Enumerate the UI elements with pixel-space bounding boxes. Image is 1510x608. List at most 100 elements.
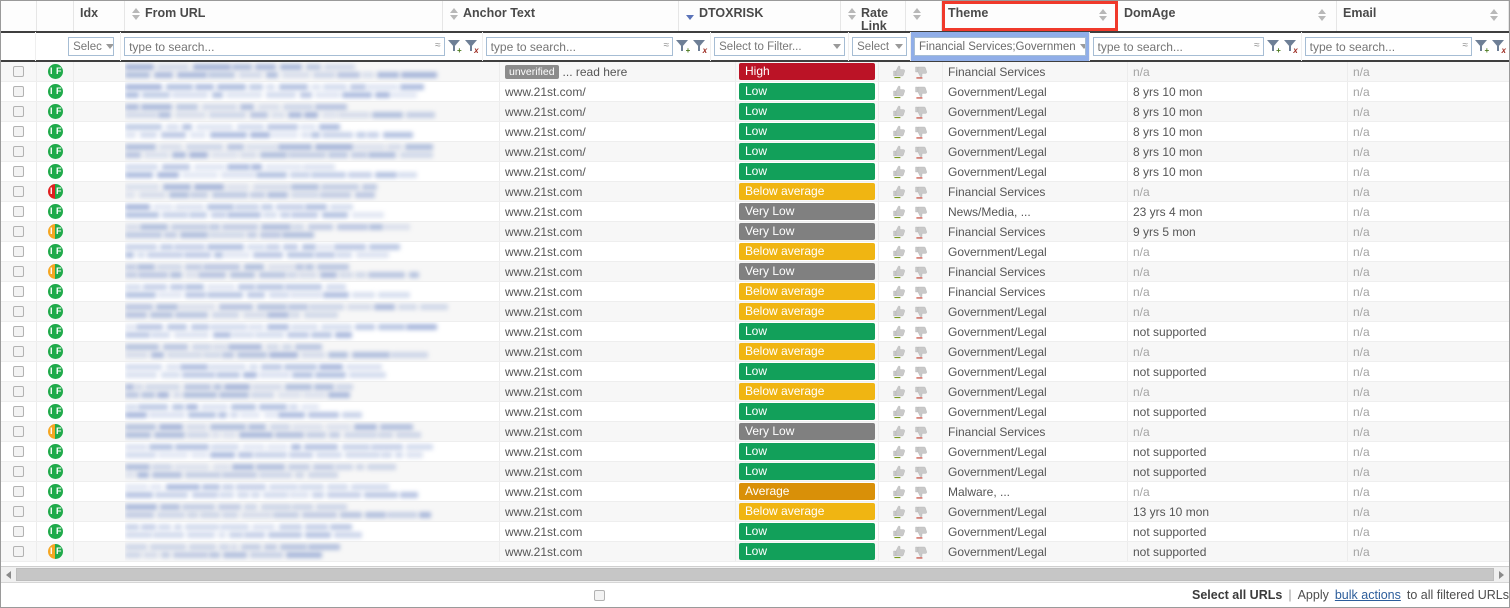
row-checkbox[interactable] [13,426,24,437]
redacted-url[interactable] [125,262,494,281]
redacted-url[interactable] [125,242,494,261]
thumbs-up-icon[interactable] [893,425,906,439]
redacted-url[interactable] [125,102,494,121]
row-checkbox[interactable] [13,186,24,197]
thumbs-up-icon[interactable] [893,85,906,99]
row-from-url-cell[interactable] [125,282,500,301]
thumbs-down-icon[interactable] [915,505,928,519]
select-all-checkbox[interactable] [594,589,605,601]
table-row[interactable]: I F www.21st.com Low Government/Legal not sup… [1,362,1509,382]
thumbs-down-icon[interactable] [915,245,928,259]
row-checkbox[interactable] [13,526,24,537]
table-row[interactable]: I F www.21st.com Below average Government/Le… [1,302,1509,322]
email-search-input[interactable] [1304,37,1472,56]
thumbs-down-icon[interactable] [915,165,928,179]
header-theme-sort-gap[interactable] [906,1,942,31]
table-row[interactable]: I F www.21st.com Below average Government/Le… [1,382,1509,402]
row-from-url-cell[interactable] [125,482,500,501]
thumbs-up-icon[interactable] [893,545,906,559]
thumbs-down-icon[interactable] [915,325,928,339]
index-follow-status-icon[interactable]: IF [47,124,63,139]
index-follow-status-icon[interactable]: IF [47,544,63,559]
thumbs-down-icon[interactable] [915,185,928,199]
index-follow-status-icon[interactable]: IF [47,144,63,159]
thumbs-up-icon[interactable] [893,525,906,539]
thumbs-down-icon[interactable] [915,285,928,299]
thumbs-up-icon[interactable] [893,305,906,319]
row-from-url-cell[interactable] [125,222,500,241]
thumbs-up-icon[interactable] [893,165,906,179]
sort-icon-from-url[interactable] [131,8,140,20]
index-follow-status-icon[interactable]: IF [47,84,63,99]
redacted-url[interactable] [125,542,494,561]
redacted-url[interactable] [125,82,494,101]
scrollbar-thumb[interactable] [16,568,1494,581]
dtoxrisk-filter-select[interactable]: Select to Filter... [714,37,846,56]
sort-icon-rate-link[interactable] [847,8,856,20]
add-filter-icon[interactable]: + [1266,38,1281,55]
index-follow-status-icon[interactable]: IF [47,364,63,379]
table-row[interactable]: I F www.21st.com Very Low Financial Services… [1,222,1509,242]
index-follow-status-icon[interactable]: IF [47,404,63,419]
table-row[interactable]: I F www.21st.com Low Government/Legal not sup… [1,402,1509,422]
redacted-url[interactable] [125,182,494,201]
redacted-url[interactable] [125,482,494,501]
row-from-url-cell[interactable] [125,462,500,481]
from-url-search-input[interactable] [124,37,445,56]
thumbs-up-icon[interactable] [893,65,906,79]
row-from-url-cell[interactable] [125,242,500,261]
index-follow-status-icon[interactable]: IF [47,304,63,319]
table-row[interactable]: I F www.21st.com Below average Government/Le… [1,242,1509,262]
thumbs-up-icon[interactable] [893,345,906,359]
thumbs-down-icon[interactable] [915,425,928,439]
thumbs-down-icon[interactable] [915,465,928,479]
row-checkbox[interactable] [13,306,24,317]
table-row[interactable]: I F www.21st.com Below average Financial Ser… [1,182,1509,202]
row-checkbox[interactable] [13,326,24,337]
thumbs-up-icon[interactable] [893,505,906,519]
row-from-url-cell[interactable] [125,422,500,441]
row-checkbox[interactable] [13,266,24,277]
idx-filter-select[interactable]: Selec [68,37,115,56]
header-domage[interactable]: DomAge [1118,1,1337,31]
header-from-url[interactable]: From URL [125,1,443,31]
table-row[interactable]: I F www.21st.com Low Government/Legal not sup… [1,442,1509,462]
clear-filter-icon[interactable]: x [464,38,479,55]
header-email[interactable]: Email [1337,1,1509,31]
thumbs-up-icon[interactable] [893,445,906,459]
table-row[interactable]: I F www.21st.com/Low Government/Legal 8 yrs … [1,102,1509,122]
row-checkbox[interactable] [13,466,24,477]
index-follow-status-icon[interactable]: IF [47,164,63,179]
row-checkbox[interactable] [13,546,24,557]
table-row[interactable]: I F www.21st.com/Low Government/Legal 8 yrs … [1,162,1509,182]
index-follow-status-icon[interactable]: IF [47,424,63,439]
thumbs-down-icon[interactable] [915,525,928,539]
sort-icon-theme-right[interactable] [1098,9,1107,21]
thumbs-down-icon[interactable] [915,85,928,99]
row-from-url-cell[interactable] [125,182,500,201]
add-filter-icon[interactable]: + [1474,38,1489,55]
row-checkbox[interactable] [13,486,24,497]
thumbs-down-icon[interactable] [915,265,928,279]
clear-filter-icon[interactable]: x [1491,38,1506,55]
row-from-url-cell[interactable] [125,142,500,161]
scroll-right-arrow-icon[interactable] [1494,567,1509,582]
index-follow-status-icon[interactable]: IF [47,244,63,259]
table-row[interactable]: I F www.21st.com/Low Government/Legal 8 yrs … [1,82,1509,102]
row-from-url-cell[interactable] [125,442,500,461]
row-checkbox[interactable] [13,446,24,457]
thumbs-up-icon[interactable] [893,385,906,399]
redacted-url[interactable] [125,222,494,241]
table-row[interactable]: I F www.21st.com Very Low News/Media, ... 23 … [1,202,1509,222]
header-theme[interactable]: Theme [942,1,1118,31]
header-rate-link[interactable]: Rate Link [841,1,906,31]
row-from-url-cell[interactable] [125,522,500,541]
table-row[interactable]: I F www.21st.com/Low Government/Legal 8 yrs … [1,122,1509,142]
table-row[interactable]: I F www.21st.com Low Government/Legal not sup… [1,322,1509,342]
thumbs-down-icon[interactable] [915,545,928,559]
thumbs-up-icon[interactable] [893,265,906,279]
row-checkbox[interactable] [13,206,24,217]
sort-icon-domage[interactable] [1317,9,1326,21]
index-follow-status-icon[interactable]: IF [47,204,63,219]
thumbs-down-icon[interactable] [915,345,928,359]
